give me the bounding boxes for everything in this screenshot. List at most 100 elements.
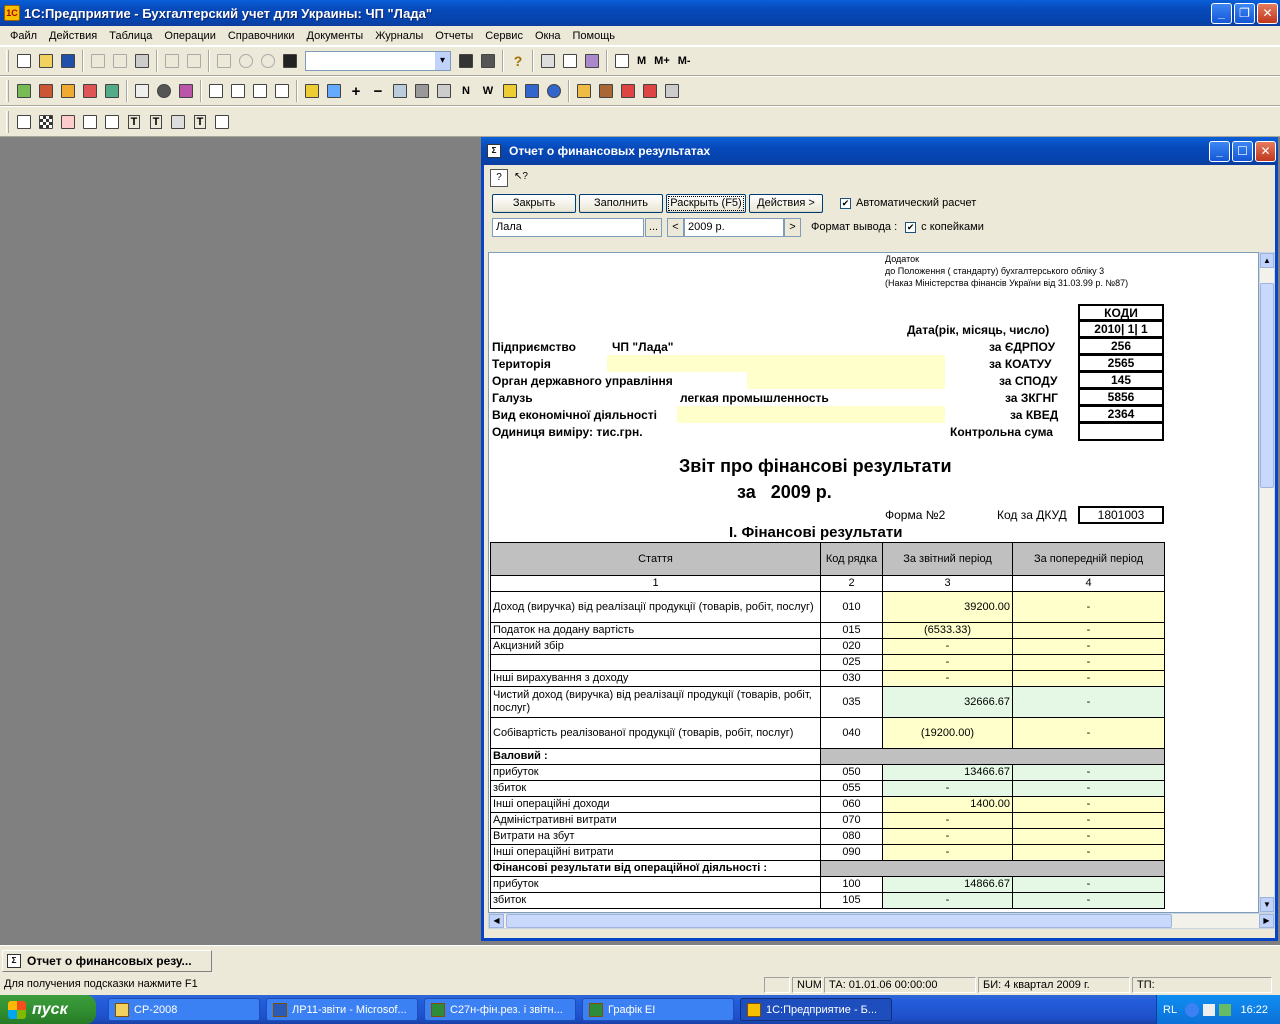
toolbar-grip[interactable] — [6, 110, 9, 133]
company-field[interactable]: Лала — [492, 217, 644, 237]
row-previous-value[interactable]: - — [1012, 812, 1165, 829]
chart-of-accounts-icon[interactable] — [13, 80, 35, 102]
invoice-icon[interactable] — [227, 80, 249, 102]
text-t-icon[interactable]: T — [123, 111, 145, 133]
memory-plus-button[interactable]: M+ — [650, 55, 674, 67]
main-titlebar[interactable]: 1C 1С:Предприятие - Бухгалтерский учет д… — [0, 0, 1280, 26]
toolbar-grip[interactable] — [6, 50, 9, 72]
report-maximize-button[interactable]: ☐ — [1232, 140, 1253, 162]
row-previous-value[interactable]: - — [1012, 828, 1165, 845]
redo-icon[interactable] — [257, 50, 279, 72]
document-blue-icon[interactable] — [323, 80, 345, 102]
journal-order-icon[interactable] — [205, 80, 227, 102]
auto-calc-checkbox[interactable]: ✔ — [840, 197, 851, 209]
period-next-button[interactable]: > — [784, 217, 801, 237]
close-button[interactable]: ✕ — [1257, 2, 1278, 24]
row-current-value[interactable]: 13466.67 — [882, 764, 1013, 781]
list-icon[interactable] — [499, 80, 521, 102]
employees-icon[interactable] — [595, 80, 617, 102]
calculator-tool-icon[interactable] — [537, 50, 559, 72]
volume-icon[interactable] — [1219, 1003, 1232, 1016]
window-tab-report[interactable]: Σ Отчет о финансовых резу... — [2, 950, 212, 972]
vertical-scroll-thumb[interactable] — [1260, 283, 1274, 488]
row-previous-value[interactable]: - — [1012, 638, 1165, 655]
1c-app-icon[interactable]: 1C — [4, 5, 20, 21]
expand-button[interactable]: Раскрыть (F5) — [666, 193, 746, 213]
entry-journal-icon[interactable] — [79, 80, 101, 102]
row-current-value[interactable]: 14866.67 — [882, 876, 1013, 893]
menu-journals[interactable]: Журналы — [369, 30, 429, 42]
print-icon[interactable] — [183, 50, 205, 72]
start-button[interactable]: пуск — [0, 995, 96, 1024]
memory-m-button[interactable]: M — [633, 55, 650, 67]
bar-chart-icon[interactable] — [211, 111, 233, 133]
company-select-button[interactable]: ... — [645, 217, 662, 237]
language-indicator[interactable]: RL — [1163, 1004, 1177, 1016]
balance-dm-icon[interactable] — [175, 80, 197, 102]
copy-icon[interactable] — [109, 50, 131, 72]
actions-button[interactable]: Действия > — [749, 193, 823, 213]
scroll-right-icon[interactable]: ▶ — [1259, 914, 1274, 928]
cut-icon[interactable] — [87, 50, 109, 72]
context-help-icon[interactable]: ↖? — [512, 169, 530, 187]
activity-field[interactable] — [677, 406, 945, 423]
tools-icon[interactable] — [433, 80, 455, 102]
taskbar-item-excel[interactable]: С27н-фін.рез. і звітн... — [424, 998, 576, 1021]
grid-icon[interactable] — [411, 80, 433, 102]
close-report-button[interactable]: Закрыть — [492, 193, 576, 213]
scroll-left-icon[interactable]: ◀ — [489, 914, 504, 928]
minimize-button[interactable]: _ — [1211, 2, 1232, 24]
row-previous-value[interactable]: - — [1012, 670, 1165, 687]
toolbar-grip[interactable] — [6, 80, 9, 102]
replace-icon[interactable] — [477, 50, 499, 72]
plus-cross-icon[interactable]: + — [345, 80, 367, 102]
report-minimize-button[interactable]: _ — [1209, 140, 1230, 162]
payroll-icon[interactable] — [617, 80, 639, 102]
bank-icon[interactable] — [521, 80, 543, 102]
help-question-icon[interactable]: ? — [507, 50, 529, 72]
row-previous-value[interactable]: - — [1012, 892, 1165, 909]
text-t3-icon[interactable]: T — [189, 111, 211, 133]
picture-icon[interactable] — [167, 111, 189, 133]
row-current-value[interactable]: - — [882, 670, 1013, 687]
row-current-value[interactable]: (19200.00) — [882, 717, 1013, 749]
row-previous-value[interactable]: - — [1012, 654, 1165, 671]
help-icon[interactable]: ? — [490, 169, 508, 187]
row-current-value[interactable]: 32666.67 — [882, 686, 1013, 718]
row-previous-value[interactable]: - — [1012, 844, 1165, 861]
globe-icon[interactable] — [543, 80, 565, 102]
menu-operations[interactable]: Операции — [158, 30, 221, 42]
edit-tool-icon[interactable] — [581, 50, 603, 72]
row-current-value[interactable]: - — [882, 780, 1013, 797]
operations-journal-icon[interactable] — [57, 80, 79, 102]
minus-line-icon[interactable]: − — [367, 80, 389, 102]
menu-documents[interactable]: Документы — [301, 30, 370, 42]
menu-help[interactable]: Помощь — [567, 30, 622, 42]
scroll-down-icon[interactable]: ▼ — [1260, 897, 1274, 912]
row-previous-value[interactable]: - — [1012, 780, 1165, 797]
row-current-value[interactable]: 1400.00 — [882, 796, 1013, 813]
row-current-value[interactable]: - — [882, 892, 1013, 909]
staff-icon[interactable] — [573, 80, 595, 102]
row-previous-value[interactable]: - — [1012, 686, 1165, 718]
memory-minus-button[interactable]: M- — [674, 55, 695, 67]
report-document-icon[interactable]: Σ — [487, 144, 501, 158]
territory-field[interactable] — [607, 355, 945, 372]
vertical-scrollbar[interactable]: ▲ ▼ — [1259, 252, 1275, 913]
report-window-titlebar[interactable]: Σ Отчет о финансовых результатах _ ☐ ✕ — [481, 137, 1278, 165]
page-icon[interactable] — [101, 111, 123, 133]
waybill-icon[interactable] — [249, 80, 271, 102]
payment-icon[interactable] — [271, 80, 293, 102]
row-current-value[interactable]: - — [882, 654, 1013, 671]
menu-reports[interactable]: Отчеты — [429, 30, 479, 42]
row-previous-value[interactable]: - — [1012, 876, 1165, 893]
tray-app-icon[interactable] — [1203, 1003, 1216, 1016]
menu-windows[interactable]: Окна — [529, 30, 567, 42]
row-current-value[interactable]: - — [882, 828, 1013, 845]
row-current-value[interactable]: - — [882, 812, 1013, 829]
scroll-up-icon[interactable]: ▲ — [1260, 253, 1274, 268]
menu-service[interactable]: Сервис — [479, 30, 529, 42]
calendar-icon[interactable] — [559, 50, 581, 72]
taskbar-item-excel-chart[interactable]: Графік ЕІ — [582, 998, 734, 1021]
row-current-value[interactable]: 39200.00 — [882, 591, 1013, 623]
